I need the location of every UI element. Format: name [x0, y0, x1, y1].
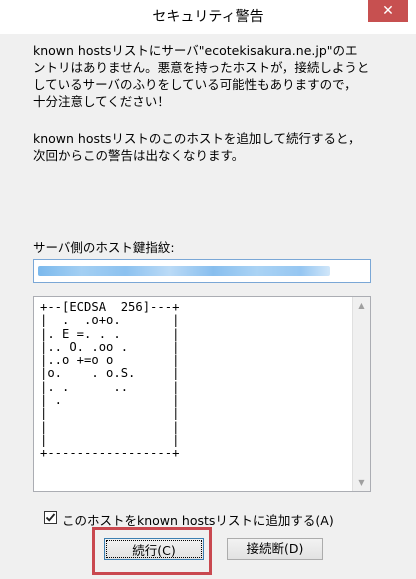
disconnect-button[interactable]: 接続断(D): [227, 538, 323, 560]
close-button[interactable]: ✕: [368, 0, 408, 22]
blurred-fingerprint: [38, 266, 330, 276]
dialog-content: known hostsリストにサーバ"ecotekisakura.ne.jp"の…: [8, 34, 408, 579]
fingerprint-field[interactable]: [33, 259, 371, 283]
dialog-title: セキュリティ警告: [152, 9, 264, 25]
vertical-scrollbar[interactable]: ▲ ▼: [352, 297, 370, 491]
info-message: known hostsリストのこのホストを追加して続行すると， 次回からこの警告…: [33, 131, 361, 163]
scroll-up-icon[interactable]: ▲: [353, 297, 370, 314]
scroll-down-icon[interactable]: ▼: [353, 474, 370, 491]
checkmark-icon: [45, 513, 56, 522]
warning-message: known hostsリストにサーバ"ecotekisakura.ne.jp"の…: [33, 43, 370, 109]
title-bar: セキュリティ警告 ✕: [0, 0, 416, 34]
fingerprint-label: サーバ側のホスト鍵指紋:: [33, 240, 175, 255]
annotation-highlight-box: [92, 527, 212, 575]
add-known-hosts-checkbox[interactable]: [44, 511, 57, 524]
randomart-textbox[interactable]: +--[ECDSA 256]---+ | . .o+o. | |. E =. .…: [33, 296, 371, 492]
security-warning-dialog: セキュリティ警告 ✕ known hostsリストにサーバ"ecotekisak…: [0, 0, 416, 579]
randomart-text: +--[ECDSA 256]---+ | . .o+o. | |. E =. .…: [40, 300, 180, 461]
